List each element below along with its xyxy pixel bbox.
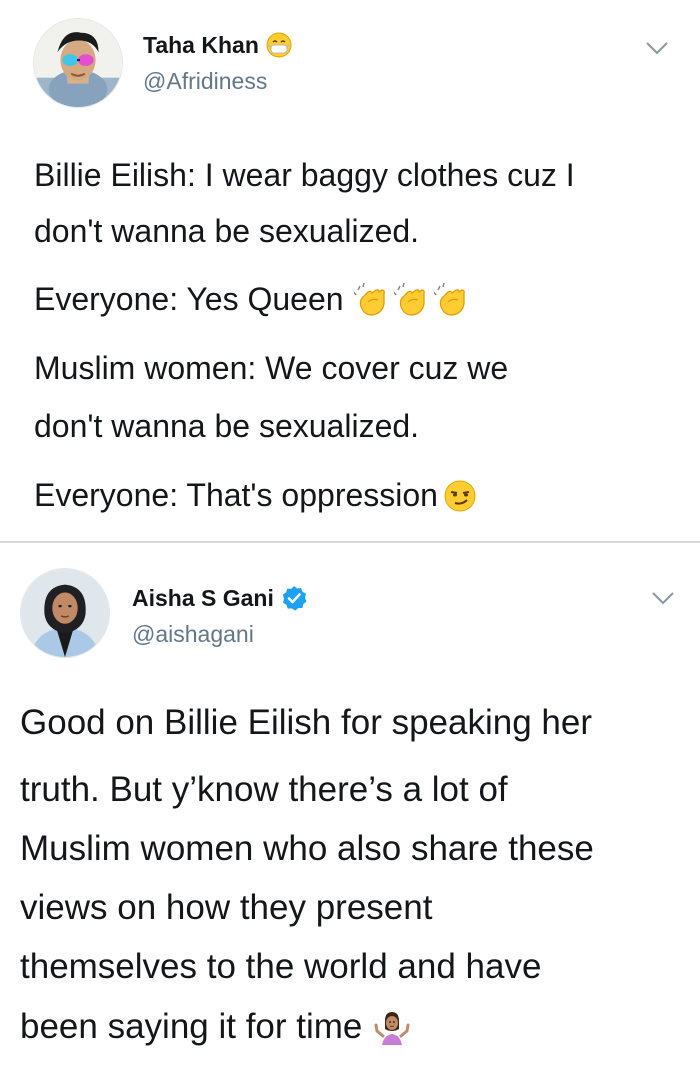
display-name-row[interactable]: Taha Khan: [143, 31, 293, 59]
chevron-down-icon[interactable]: [645, 40, 669, 56]
tweet-text-line: Muslim women: We cover cuz we: [34, 350, 508, 387]
user-handle[interactable]: @Afridiness: [143, 68, 267, 95]
tweet-text-line: views on how they present: [20, 888, 432, 928]
tweet-text-line: don't wanna be sexualized.: [34, 213, 419, 250]
tweet-card-taha-khan[interactable]: Taha Khan @Afridiness Billie Eilish: I w…: [0, 0, 700, 541]
tweet-text: Billie Eilish: I wear baggy clothes cuz …: [34, 157, 575, 193]
person-shrugging-icon: [374, 1009, 410, 1045]
avatar-aisha-s-gani[interactable]: [20, 568, 110, 658]
tweet-text-line: Good on Billie Eilish for speaking her: [20, 703, 592, 743]
tweet-text: been saying it for time: [20, 1007, 363, 1046]
tweet-text-line: Everyone: That's oppression: [34, 477, 478, 514]
tweet-text-line: truth. But y’know there’s a lot of: [20, 770, 508, 810]
tweet-text-line: Everyone: Yes Queen: [34, 281, 470, 318]
tweet-text-line: don't wanna be sexualized.: [34, 408, 419, 445]
tweet-text: truth. But y’know there’s a lot of: [20, 770, 508, 809]
tweet-text-line: Billie Eilish: I wear baggy clothes cuz …: [34, 157, 575, 194]
tweet-text-line: been saying it for time: [20, 1007, 410, 1047]
clap-emoji-group: [350, 282, 470, 318]
mask-face-emoji-icon: [265, 31, 293, 59]
avatar-image: [34, 19, 122, 107]
tweet-text: Everyone: That's oppression: [34, 477, 438, 513]
tweet-text: Everyone: Yes Queen: [34, 281, 344, 317]
tweet-text: Good on Billie Eilish for speaking her: [20, 703, 592, 742]
display-name[interactable]: Taha Khan: [143, 32, 259, 59]
display-name[interactable]: Aisha S Gani: [132, 585, 274, 612]
tweet-text-line: themselves to the world and have: [20, 947, 541, 987]
avatar-taha-khan[interactable]: [33, 18, 123, 108]
tweet-text: Muslim women: We cover cuz we: [34, 350, 509, 386]
tweet-text-line: Muslim women who also share these: [20, 829, 594, 869]
tweet-text: Muslim women who also share these: [20, 829, 594, 868]
clapping-hands-icon: [393, 282, 430, 318]
user-handle[interactable]: @aishagani: [132, 621, 254, 648]
tweet-text: views on how they present: [20, 888, 433, 927]
tweet-text: don't wanna be sexualized.: [34, 213, 420, 249]
verified-badge-icon: [280, 584, 308, 612]
tweet-card-aisha-s-gani[interactable]: Aisha S Gani @aishagani Good on Billie E…: [0, 543, 700, 1080]
display-name-row[interactable]: Aisha S Gani: [132, 584, 308, 612]
avatar-image: [21, 569, 109, 657]
smirking-face-icon: [442, 478, 478, 514]
tweet-text: don't wanna be sexualized.: [34, 408, 420, 444]
tweet-text: themselves to the world and have: [20, 947, 542, 986]
clapping-hands-icon: [433, 282, 470, 318]
chevron-down-icon[interactable]: [651, 590, 675, 606]
clapping-hands-icon: [353, 282, 390, 318]
